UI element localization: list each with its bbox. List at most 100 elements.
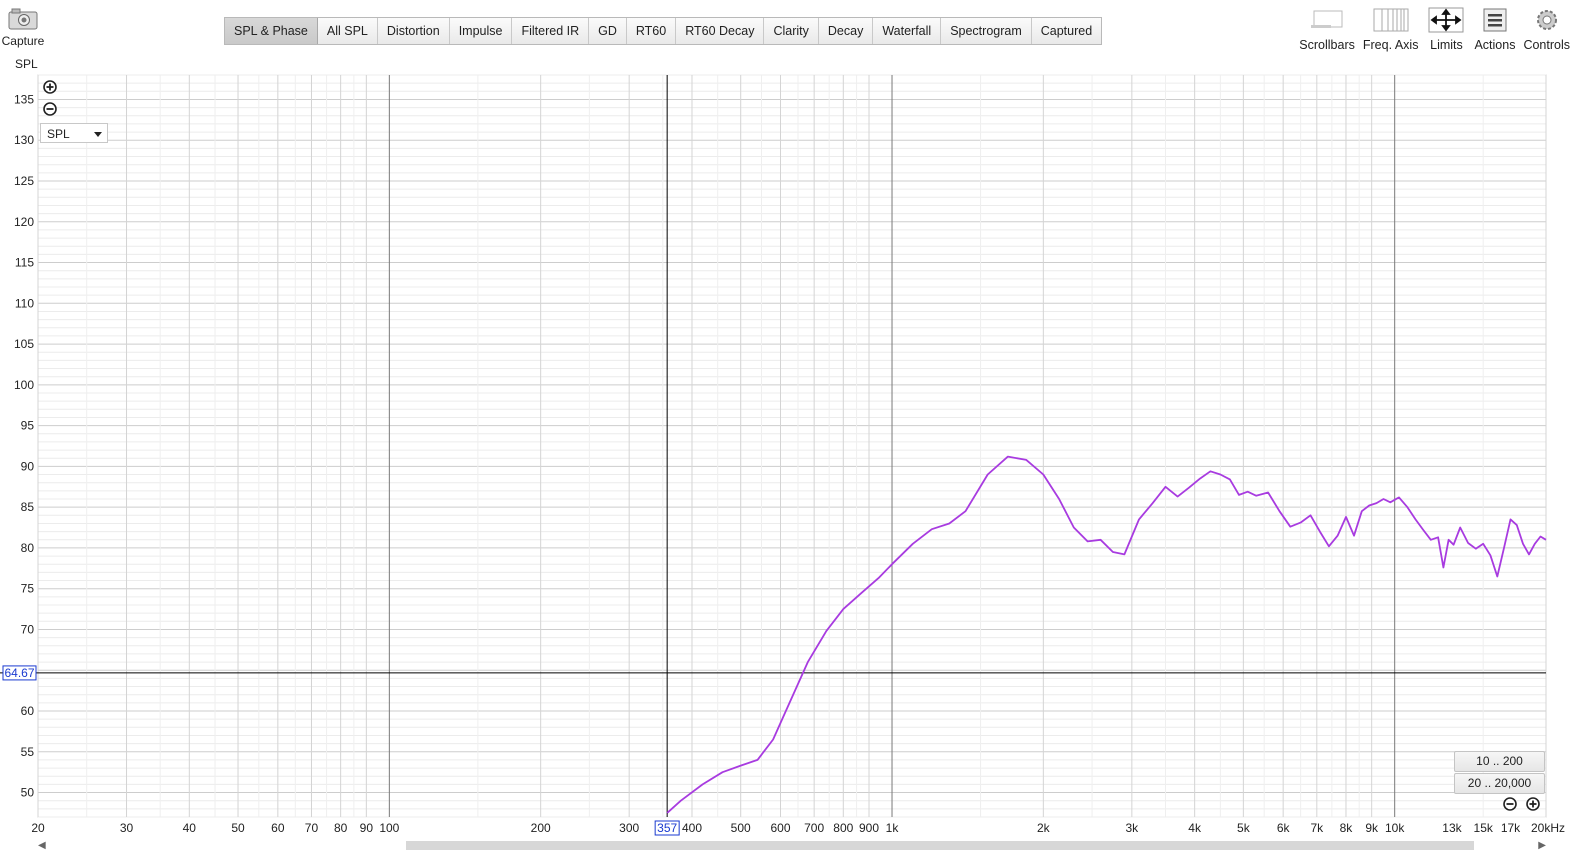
x-tick-label: 15k	[1474, 821, 1494, 835]
y-tick-label: 130	[14, 133, 34, 147]
y-tick-label: 115	[15, 256, 34, 270]
scrollbar-thumb[interactable]	[406, 841, 1474, 850]
tab-gd[interactable]: GD	[589, 18, 627, 44]
scroll-right-icon[interactable]: ▶	[1538, 840, 1546, 851]
y-tick-label: 60	[21, 704, 35, 718]
x-tick-label: 80	[334, 821, 348, 835]
x-tick-label: 800	[833, 821, 853, 835]
capture-button[interactable]: Capture	[0, 8, 46, 48]
freq-axis-icon	[1363, 6, 1419, 34]
limits-button[interactable]: Limits	[1426, 6, 1466, 52]
tool-label: Controls	[1523, 38, 1570, 52]
x-tick-label: 7k	[1310, 821, 1324, 835]
y-tick-label: 110	[15, 296, 34, 310]
x-tick-label: 9k	[1365, 821, 1379, 835]
x-tick-label: 5k	[1237, 821, 1251, 835]
x-tick-label: 700	[804, 821, 824, 835]
y-tick-label: 100	[14, 378, 34, 392]
cursor-y-label: 64.67	[4, 666, 34, 680]
horizontal-scrollbar[interactable]: ◀ ▶	[38, 840, 1546, 852]
y-tick-label: 80	[21, 541, 35, 555]
view-tabs: SPL & Phase All SPL Distortion Impulse Filte…	[224, 17, 1103, 45]
tab-filtered-ir[interactable]: Filtered IR	[512, 18, 590, 44]
tab-spl-phase[interactable]: SPL & Phase	[225, 18, 318, 44]
x-tick-label: 10k	[1385, 821, 1405, 835]
zoom-out-icon[interactable]	[43, 102, 57, 116]
x-tick-label: 50	[231, 821, 245, 835]
zoom-in-icon[interactable]	[43, 80, 57, 94]
chevron-down-icon	[94, 132, 102, 137]
tab-decay[interactable]: Decay	[818, 18, 874, 44]
x-tick-label: 40	[183, 821, 197, 835]
capture-label: Capture	[1, 34, 45, 48]
x-tick-label: 3k	[1126, 821, 1140, 835]
scroll-left-icon[interactable]: ◀	[38, 840, 46, 851]
camera-icon	[8, 8, 38, 30]
tab-rt60[interactable]: RT60	[626, 18, 677, 44]
x-tick-label: 6k	[1277, 821, 1291, 835]
tab-distortion[interactable]: Distortion	[377, 18, 450, 44]
y-tick-label: 55	[21, 745, 35, 759]
y-tick-label: 50	[21, 786, 35, 800]
tool-label: Limits	[1430, 38, 1463, 52]
x-tick-label: 90	[360, 821, 374, 835]
x-tick-label: 20kHz	[1531, 821, 1565, 835]
freq-axis-button[interactable]: Freq. Axis	[1362, 6, 1419, 52]
tab-clarity[interactable]: Clarity	[764, 18, 819, 44]
plot-area	[37, 74, 1547, 818]
tab-captured[interactable]: Captured	[1031, 18, 1102, 44]
x-tick-label: 17k	[1501, 821, 1521, 835]
toolbar-tools: Scrollbars Freq. Axis Limits Actions Control…	[1299, 6, 1570, 52]
y-tick-label: 105	[14, 337, 34, 351]
x-tick-label: 500	[731, 821, 751, 835]
tab-all-spl[interactable]: All SPL	[317, 18, 378, 44]
tool-label: Scrollbars	[1299, 38, 1355, 52]
y-tick-label: 70	[21, 622, 35, 636]
trace-select-value: SPL	[47, 127, 70, 141]
tool-label: Actions	[1474, 38, 1516, 52]
x-tick-label: 400	[682, 821, 702, 835]
controls-icon	[1523, 6, 1570, 34]
toolbar: Capture SPL & Phase All SPL Distortion Impu…	[0, 0, 1582, 70]
scrollbars-button[interactable]: Scrollbars	[1299, 6, 1355, 52]
spl-chart[interactable]: 50 55 60 70 75 80 85 90 95 100 105 110 115 120 125 130 1…	[0, 0, 1582, 866]
actions-icon	[1474, 6, 1515, 34]
tab-waterfall[interactable]: Waterfall	[873, 18, 942, 44]
x-tick-label: 30	[120, 821, 134, 835]
y-tick-label: 85	[21, 500, 35, 514]
x-zoom-out-icon[interactable]	[1503, 797, 1517, 811]
tab-spectrogram[interactable]: Spectrogram	[941, 18, 1032, 44]
x-tick-label: 900	[859, 821, 879, 835]
y-tick-label: 135	[14, 92, 34, 106]
limits-icon	[1426, 6, 1466, 34]
y-tick-label: 90	[21, 459, 35, 473]
x-tick-label: 70	[305, 821, 319, 835]
x-tick-label: 60	[271, 821, 285, 835]
x-tick-label: 20	[31, 821, 45, 835]
x-tick-label: 8k	[1340, 821, 1354, 835]
actions-button[interactable]: Actions	[1474, 6, 1515, 52]
x-tick-label: 600	[770, 821, 790, 835]
tool-label: Freq. Axis	[1362, 38, 1419, 52]
x-tick-label: 13k	[1442, 821, 1462, 835]
x-tick-label: 100	[379, 821, 399, 835]
x-tick-label: 200	[531, 821, 551, 835]
y-axis-title: SPL	[15, 57, 38, 71]
y-tick-label: 75	[21, 582, 35, 596]
tab-rt60-decay[interactable]: RT60 Decay	[676, 18, 765, 44]
range-20-20000-button[interactable]: 20 .. 20,000	[1454, 773, 1545, 794]
y-tick-label: 95	[21, 419, 35, 433]
x-tick-label: 1k	[886, 821, 900, 835]
range-10-200-button[interactable]: 10 .. 200	[1454, 751, 1545, 772]
trace-select[interactable]: SPL	[40, 123, 108, 143]
cursor-x-label: 357	[657, 821, 677, 835]
y-tick-label: 120	[14, 215, 34, 229]
y-tick-label: 125	[14, 174, 34, 188]
x-zoom-in-icon[interactable]	[1526, 797, 1540, 811]
x-tick-label: 2k	[1037, 821, 1051, 835]
controls-button[interactable]: Controls	[1523, 6, 1570, 52]
x-tick-label: 4k	[1188, 821, 1202, 835]
x-tick-label: 300	[619, 821, 639, 835]
scrollbars-icon	[1299, 6, 1355, 34]
tab-impulse[interactable]: Impulse	[449, 18, 513, 44]
